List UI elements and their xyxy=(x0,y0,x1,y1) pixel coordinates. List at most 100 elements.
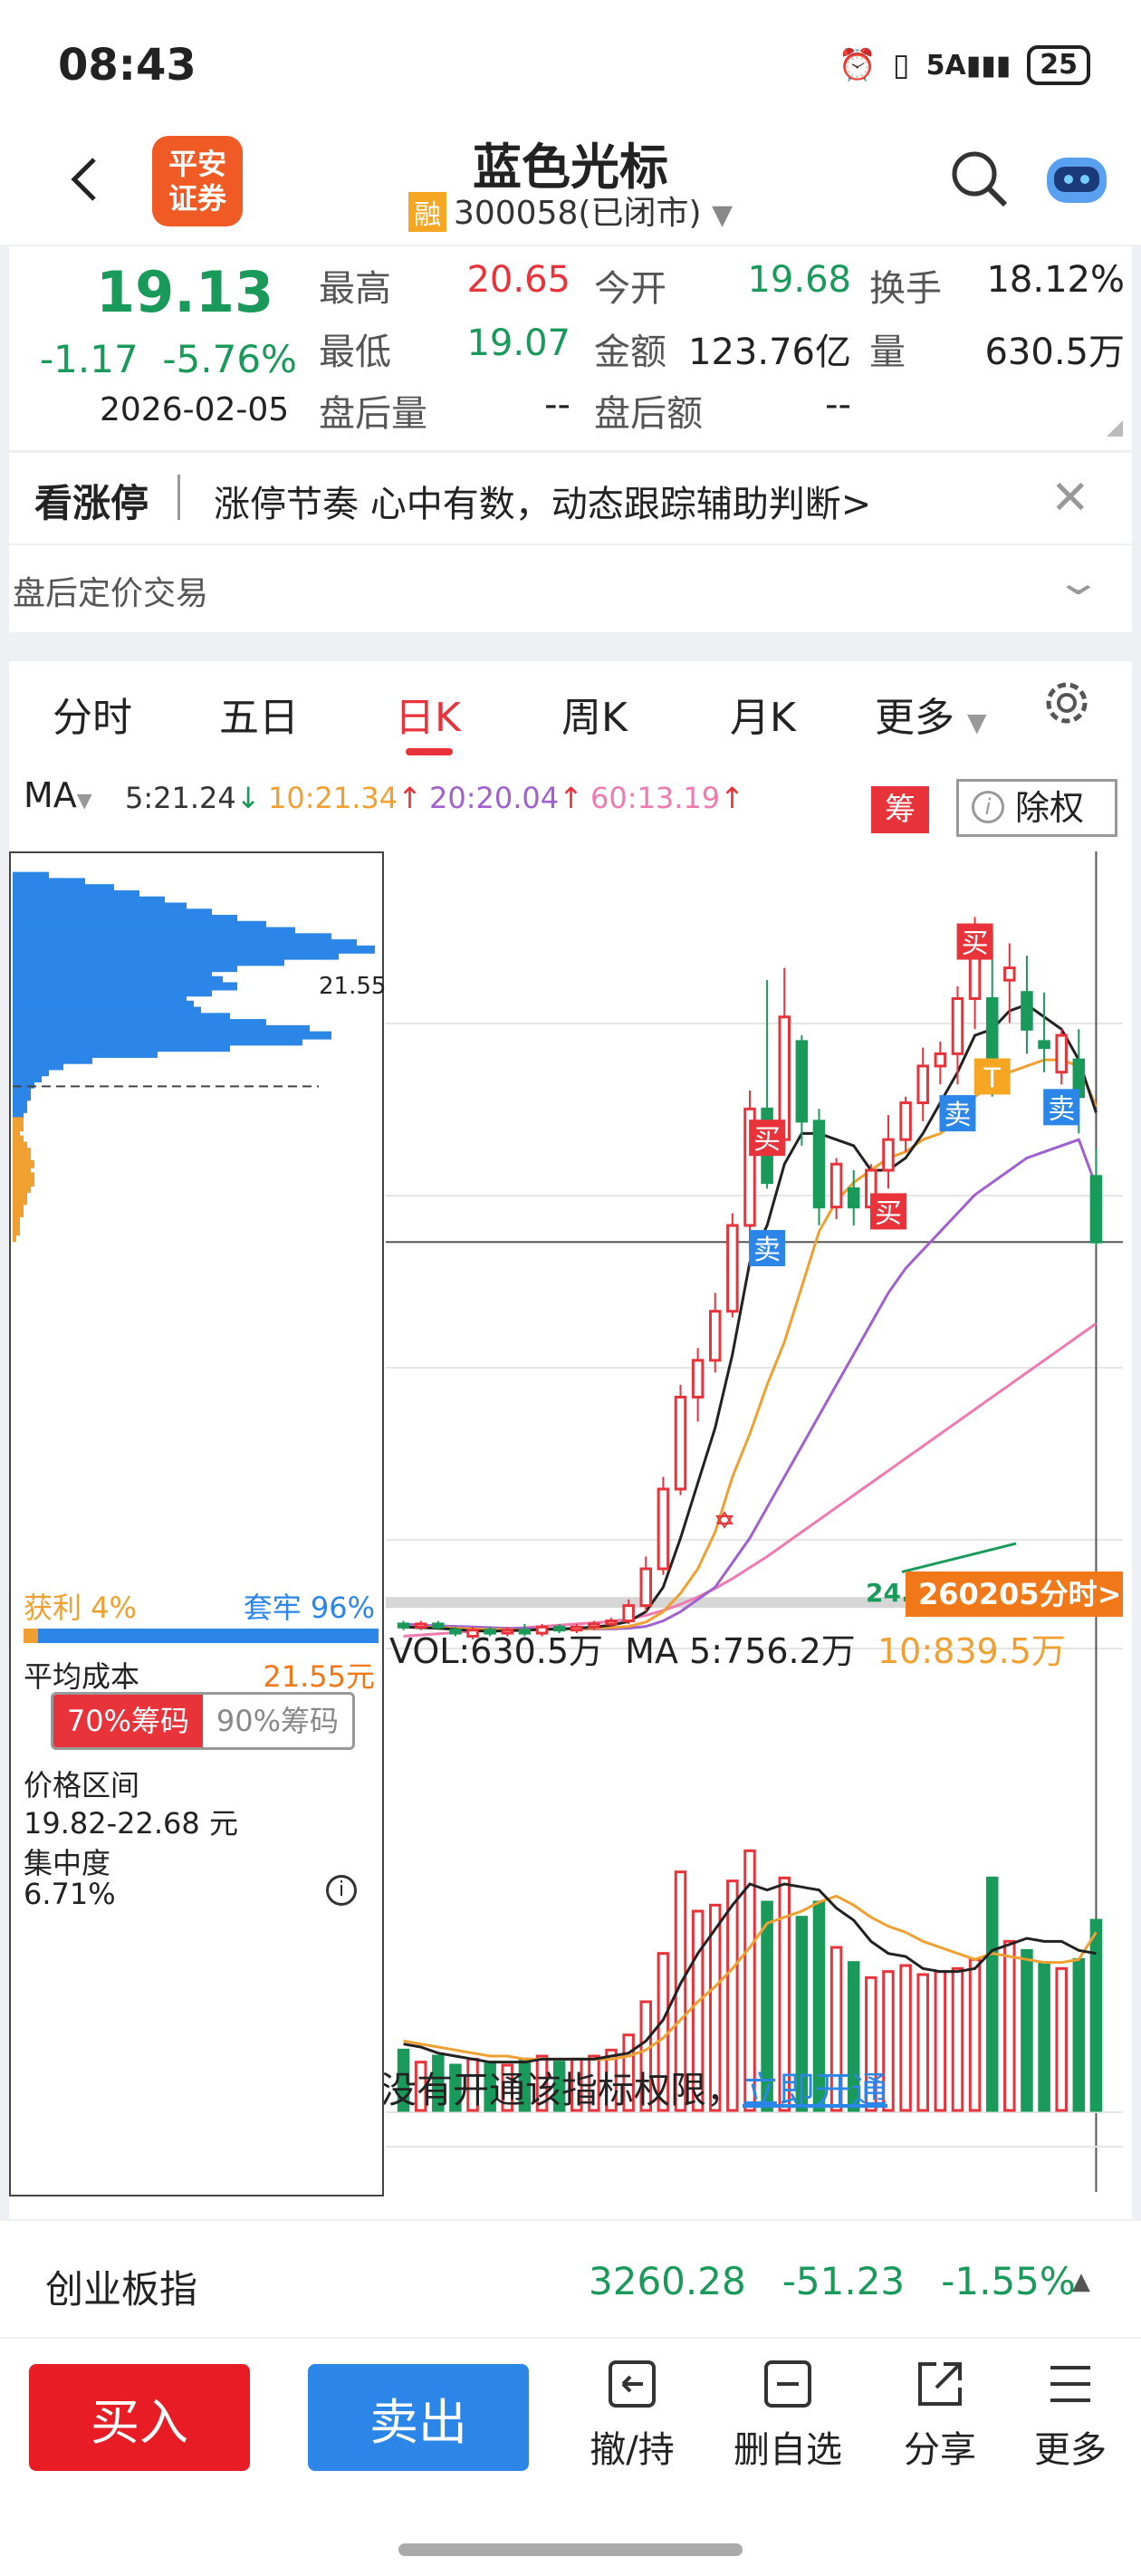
quote-date: 2026-02-05 xyxy=(100,391,290,428)
tab-more[interactable]: 更多 ▼ xyxy=(875,685,987,743)
info-icon: i xyxy=(972,791,1004,823)
signal-icon: 5A▮▮▮ xyxy=(925,49,1012,82)
remove-icon xyxy=(764,2360,811,2408)
candle-body xyxy=(916,1064,929,1105)
action-bar: 买入 卖出 撤/持 删自选 分享 更多 xyxy=(0,2339,1141,2576)
buy-marker-label: 买 xyxy=(962,928,989,960)
candle-body xyxy=(726,1224,739,1313)
chip-price-marker: 21.55 xyxy=(319,973,387,1000)
expand-up-icon[interactable]: ▲ xyxy=(1072,2268,1090,2295)
enable-permission-link[interactable]: 立即开通 xyxy=(743,2070,887,2111)
price-change: -1.17 -5.76% xyxy=(40,337,297,381)
price-range-value: 19.82-22.68 元 xyxy=(24,1806,238,1841)
afterhours-trading-row[interactable]: 盘后定价交易 ⌄ xyxy=(9,545,1132,632)
amount-label: 金额 xyxy=(594,332,666,373)
volume-bar xyxy=(1055,1966,1068,2112)
volume-bar xyxy=(934,1970,947,2112)
candle-body xyxy=(1003,966,1016,982)
ma-selector[interactable]: MA▼ xyxy=(24,775,92,815)
tab-five-day[interactable]: 五日 xyxy=(219,685,299,743)
ex-rights-button[interactable]: i 除权 xyxy=(956,779,1117,837)
chip-bar xyxy=(13,1234,16,1242)
candle-body xyxy=(691,1359,705,1399)
volume-bars xyxy=(386,1849,1123,2148)
volume-bar xyxy=(1089,1918,1103,2112)
minute-chart-button[interactable]: 260205分时> xyxy=(906,1572,1123,1617)
more-button[interactable]: 更多 xyxy=(1007,2357,1134,2473)
dropdown-icon: ▼ xyxy=(711,199,734,231)
chip-range-toggle: 70%筹码 90%筹码 xyxy=(51,1692,355,1750)
volume-bar xyxy=(899,1964,912,2112)
tab-weekly-k[interactable]: 周K xyxy=(561,685,628,743)
battery-icon: 25 xyxy=(1027,45,1090,85)
candle-body xyxy=(951,996,964,1055)
revoke-icon xyxy=(609,2360,656,2408)
candle-body xyxy=(882,1138,895,1172)
remove-watchlist-button[interactable]: 删自选 xyxy=(724,2357,851,2473)
low-value: 19.07 xyxy=(466,322,570,364)
afterhours-amount-value: -- xyxy=(825,384,851,426)
last-price: 19.13 xyxy=(96,259,274,325)
high-label: 最高 xyxy=(319,268,391,310)
share-icon xyxy=(918,2362,962,2406)
assistant-robot-icon[interactable] xyxy=(1041,147,1112,210)
chip-distribution-panel: 21.55 获利 4% 套牢 96% 平均成本 21.55元 70%筹码 90%… xyxy=(9,851,387,2196)
ma5-value: 5:21.24↓ xyxy=(125,781,261,815)
candle-body xyxy=(639,1567,653,1608)
chevron-down-icon[interactable]: ⌄ xyxy=(1054,562,1103,603)
buy-marker-label: 买 xyxy=(753,1124,781,1156)
buy-button[interactable]: 买入 xyxy=(29,2364,250,2471)
candle-body xyxy=(622,1604,635,1623)
tab-daily-k[interactable]: 日K xyxy=(395,685,461,743)
locked-ratio: 套牢 96% xyxy=(243,1591,375,1625)
index-name: 创业板指 xyxy=(45,2267,198,2312)
status-time: 08:43 xyxy=(58,40,197,91)
sell-marker-label: 卖 xyxy=(944,1100,971,1131)
chip-toggle-button[interactable]: 筹 xyxy=(871,786,929,833)
candle-body xyxy=(657,1487,670,1571)
volume-bar xyxy=(1003,1939,1016,2112)
ma10-value: 10:21.34↑ xyxy=(268,781,422,815)
candle-body xyxy=(829,1162,843,1209)
profit-bar xyxy=(24,1629,379,1643)
sell-button[interactable]: 卖出 xyxy=(308,2364,529,2471)
volume-legend: VOL:630.5万 MA 5:756.2万 10:839.5万 xyxy=(389,1631,1066,1671)
sell-marker-label: 卖 xyxy=(753,1235,781,1266)
tab-intraday[interactable]: 分时 xyxy=(53,685,132,743)
tab-monthly-k[interactable]: 月K xyxy=(730,685,796,743)
buy-marker-label: 买 xyxy=(875,1197,902,1229)
info-icon[interactable]: i xyxy=(326,1875,357,1906)
candle-body xyxy=(1021,991,1033,1031)
search-icon[interactable] xyxy=(947,147,1011,210)
vibrate-icon: ▯ xyxy=(892,47,910,83)
gear-icon[interactable] xyxy=(1036,672,1098,734)
margin-badge: 融 xyxy=(408,192,446,232)
dropdown-icon: ▼ xyxy=(76,790,92,812)
status-bar: 08:43 ⏰ ▯ 5A▮▮▮ 25 xyxy=(0,0,1141,127)
dropdown-icon: ▼ xyxy=(967,707,987,737)
volume-bar xyxy=(916,1973,929,2112)
quote-panel: 19.13 -1.17 -5.76% 2026-02-05 最高 20.65 今… xyxy=(9,246,1132,450)
close-icon[interactable]: ✕ xyxy=(1050,471,1090,525)
tab-90-chips[interactable]: 90%筹码 xyxy=(203,1695,352,1747)
sell-marker-label: 卖 xyxy=(1048,1093,1075,1125)
volume-bar xyxy=(951,1966,964,2112)
stock-code: 300058(已闭市) xyxy=(453,195,702,232)
permission-notice: 没有开通该指标权限，立即开通 xyxy=(380,2070,887,2111)
profit-bar-fill xyxy=(24,1629,38,1643)
profit-ratio: 获利 4% xyxy=(24,1591,137,1625)
candle-body xyxy=(708,1310,722,1362)
turnover-value: 18.12% xyxy=(986,259,1125,301)
share-button[interactable]: 分享 xyxy=(877,2357,1003,2473)
candlesticks xyxy=(397,917,1103,1639)
candle-body xyxy=(795,1040,809,1123)
status-icons: ⏰ ▯ 5A▮▮▮ 25 xyxy=(839,45,1090,85)
ma60-value: 60:13.19↑ xyxy=(590,781,744,815)
volume-label: 量 xyxy=(869,332,906,373)
index-ticker-bar[interactable]: 创业板指 3260.28 -51.23 -1.55% ▲ xyxy=(0,2221,1141,2337)
revoke-hold-button[interactable]: 撤/持 xyxy=(569,2357,695,2473)
tab-70-chips[interactable]: 70%筹码 xyxy=(53,1695,203,1747)
candle-body xyxy=(812,1120,826,1209)
expand-corner-icon[interactable] xyxy=(1107,420,1123,437)
limit-up-promo[interactable]: 看涨停 涨停节奏 心中有数，动态跟踪辅助判断> ✕ xyxy=(9,453,1132,543)
